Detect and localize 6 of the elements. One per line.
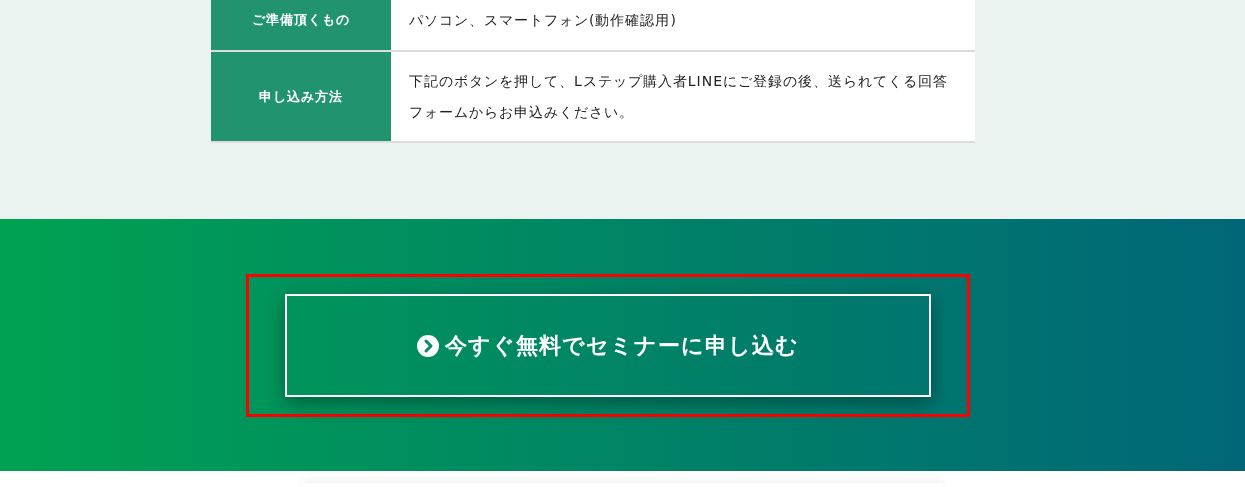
row-header: 申し込み方法 bbox=[211, 52, 391, 141]
row-value: パソコン、スマートフォン(動作確認用) bbox=[391, 0, 975, 50]
chevron-circle-icon bbox=[416, 334, 439, 357]
row-value: 下記のボタンを押して、Lステップ購入者LINEにご登録の後、送られてくる回答フォームからお申込みください。 bbox=[391, 52, 975, 141]
row-header: ご準備頂くもの bbox=[211, 0, 391, 50]
apply-button[interactable]: 今すぐ無料でセミナーに申し込む bbox=[284, 294, 931, 397]
